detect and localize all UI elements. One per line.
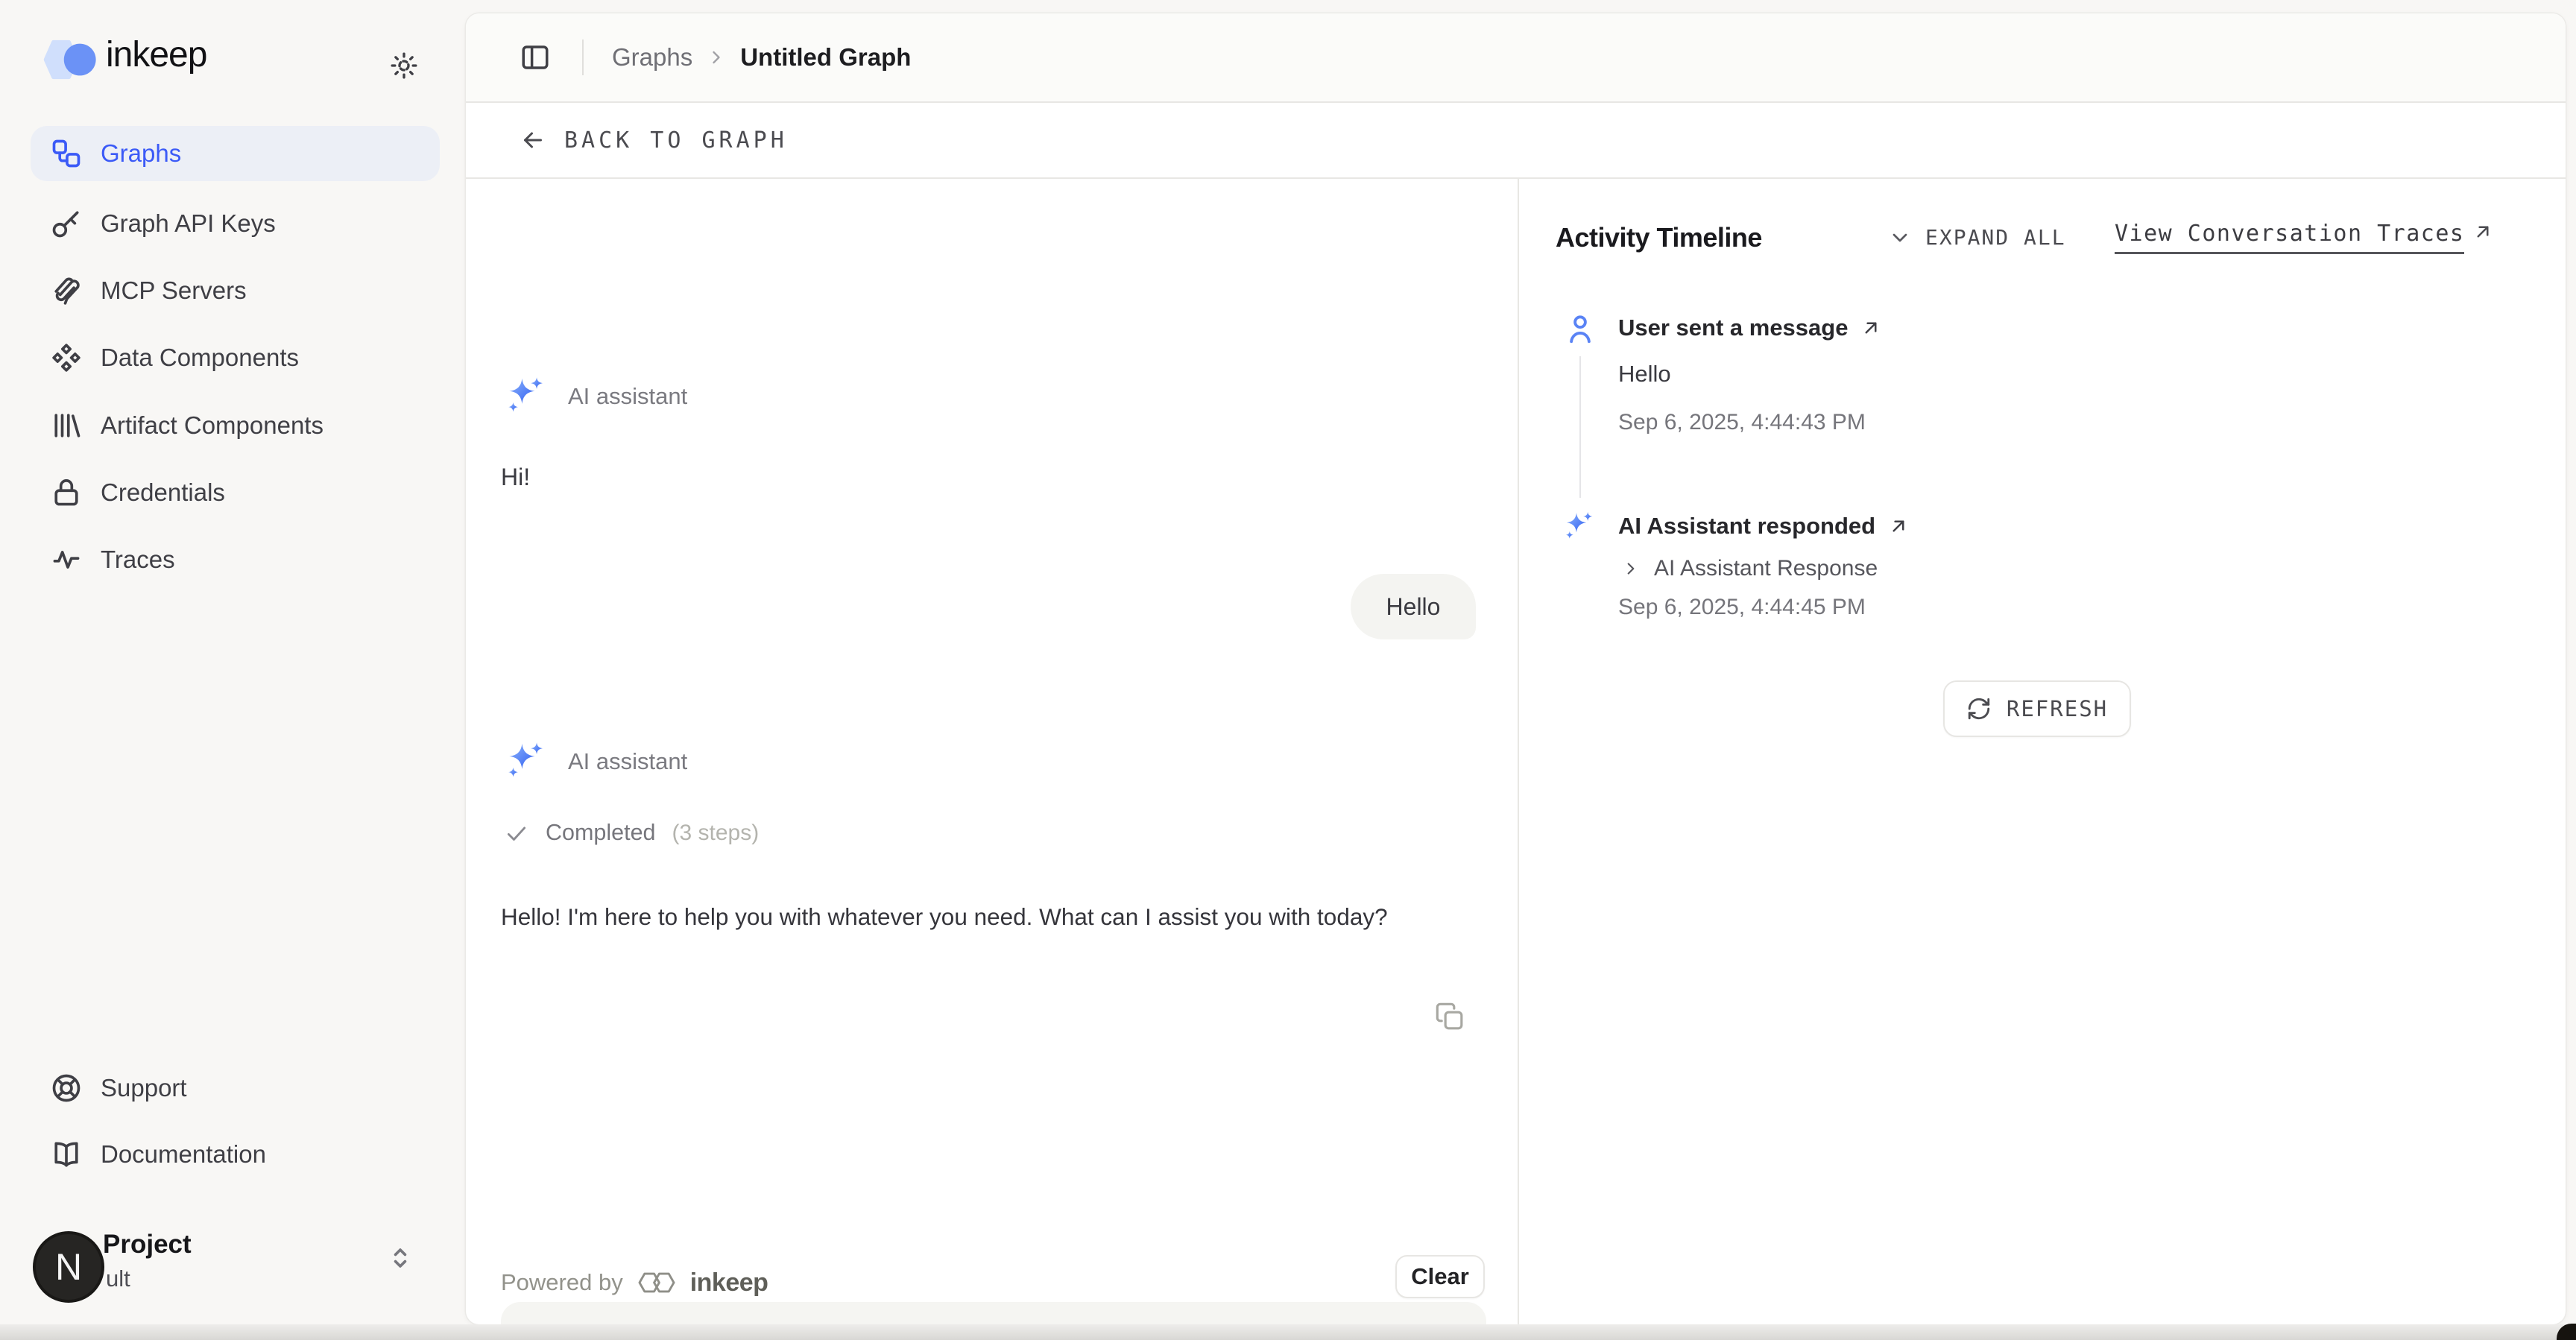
chevron-down-icon xyxy=(1888,226,1912,250)
expander-label: AI Assistant Response xyxy=(1654,556,1878,581)
status-steps: (3 steps) xyxy=(672,821,760,846)
sidebar-item-label: Graphs xyxy=(101,139,181,168)
clear-button-label: Clear xyxy=(1411,1263,1469,1290)
avatar-letter: N xyxy=(55,1245,82,1289)
inkeep-hex-logo-icon xyxy=(635,1267,678,1298)
powered-brand: inkeep xyxy=(690,1268,768,1298)
powered-by-label: Powered by xyxy=(501,1269,623,1296)
timeline-title: Activity Timeline xyxy=(1556,222,1762,253)
breadcrumb: Graphs Untitled Graph xyxy=(612,43,911,72)
sidebar-item-traces[interactable]: Traces xyxy=(31,532,440,587)
refresh-button[interactable]: REFRESH xyxy=(1943,680,2131,737)
expand-all-button[interactable]: EXPAND ALL xyxy=(1888,225,2066,250)
workflow-icon xyxy=(50,137,83,170)
breadcrumb-current: Untitled Graph xyxy=(740,43,911,72)
assistant-response: Hello! I'm here to help you with whateve… xyxy=(501,897,1470,937)
sidebar-item-documentation[interactable]: Documentation xyxy=(31,1127,440,1182)
sidebar-item-label: Documentation xyxy=(101,1140,266,1169)
timeline-entry-title[interactable]: User sent a message xyxy=(1618,315,1882,341)
project-selector[interactable]: Project ult N xyxy=(15,1219,447,1316)
sidebar: inkeep Graphs xyxy=(0,0,466,1340)
breadcrumb-parent[interactable]: Graphs xyxy=(612,43,692,72)
sparkles-icon xyxy=(501,373,547,419)
header-divider xyxy=(582,39,584,75)
sidebar-item-label: Graph API Keys xyxy=(101,209,276,238)
check-icon xyxy=(504,821,529,846)
timeline-entry-time: Sep 6, 2025, 4:44:45 PM xyxy=(1618,595,1866,620)
inkeep-logo-icon xyxy=(41,39,102,80)
entry-title-text: User sent a message xyxy=(1618,315,1848,341)
activity-icon xyxy=(50,543,83,576)
back-to-graph-button[interactable]: BACK TO GRAPH xyxy=(466,103,2566,179)
sparkles-icon xyxy=(501,738,547,784)
theme-toggle-button[interactable] xyxy=(382,43,426,88)
sidebar-item-graph-api-keys[interactable]: Graph API Keys xyxy=(31,196,440,251)
project-subtitle: ult xyxy=(106,1265,130,1292)
arrow-up-right-icon xyxy=(1860,317,1882,339)
sidebar-item-label: Traces xyxy=(101,546,175,574)
sidebar-item-artifact-components[interactable]: Artifact Components xyxy=(31,398,440,453)
user-message-bubble: Hello xyxy=(1351,574,1476,639)
chevrons-up-down-icon xyxy=(384,1242,417,1274)
sidebar-item-label: Support xyxy=(101,1074,187,1102)
book-open-icon xyxy=(50,1138,83,1171)
app-window: inkeep Graphs xyxy=(0,0,2576,1340)
sidebar-item-graphs[interactable]: Graphs xyxy=(31,126,440,181)
mcp-icon xyxy=(50,274,83,307)
arrow-up-right-icon xyxy=(1887,515,1910,537)
sidebar-item-label: Data Components xyxy=(101,344,299,372)
assistant-label: AI assistant xyxy=(568,383,687,410)
status-label: Completed xyxy=(546,820,656,846)
back-to-graph-label: BACK TO GRAPH xyxy=(564,127,788,154)
arrow-left-icon xyxy=(520,127,546,154)
user-icon xyxy=(1563,312,1597,346)
lock-icon xyxy=(50,476,83,509)
sidebar-item-support[interactable]: Support xyxy=(31,1061,440,1116)
sidebar-item-label: Credentials xyxy=(101,478,225,507)
avatar: N xyxy=(33,1231,104,1303)
timeline-entry-title[interactable]: AI Assistant responded xyxy=(1618,513,1910,540)
chevron-right-icon xyxy=(1621,559,1641,578)
timeline-connector xyxy=(1579,356,1581,498)
sidebar-item-credentials[interactable]: Credentials xyxy=(31,465,440,520)
arrow-up-right-icon xyxy=(2472,221,2494,243)
assistant-label: AI assistant xyxy=(568,748,687,775)
lifebuoy-icon xyxy=(50,1072,83,1104)
copy-icon[interactable] xyxy=(1435,1002,1465,1031)
sidebar-item-label: MCP Servers xyxy=(101,276,247,305)
sidebar-item-label: Artifact Components xyxy=(101,411,323,440)
refresh-label: REFRESH xyxy=(2007,696,2108,721)
window-bottom-edge xyxy=(0,1324,2576,1340)
timeline-entry-body: Hello xyxy=(1618,361,1671,388)
breadcrumb-bar: Graphs Untitled Graph xyxy=(466,13,2566,103)
key-icon xyxy=(50,207,83,240)
refresh-icon xyxy=(1966,696,1992,721)
assistant-message: Hi! xyxy=(501,464,530,491)
run-status[interactable]: Completed (3 steps) xyxy=(504,820,759,846)
user-message-text: Hello xyxy=(1386,593,1441,621)
sun-icon xyxy=(389,51,419,80)
expand-all-label: EXPAND ALL xyxy=(1925,225,2066,250)
library-icon xyxy=(50,409,83,442)
view-traces-label: View Conversation Traces xyxy=(2115,221,2464,254)
view-conversation-traces-link[interactable]: View Conversation Traces xyxy=(2115,221,2494,254)
chat-panel: AI assistant Hi! Hello AI assistant xyxy=(466,179,1518,1324)
component-icon xyxy=(50,341,83,374)
powered-by[interactable]: Powered by inkeep xyxy=(501,1267,768,1298)
panel-left-toggle-icon[interactable] xyxy=(520,42,551,73)
sidebar-item-data-components[interactable]: Data Components xyxy=(31,330,440,385)
project-title: Project xyxy=(103,1230,192,1260)
main-panel: Graphs Untitled Graph BACK TO GRAPH xyxy=(466,13,2566,1324)
sparkles-icon xyxy=(1560,508,1596,544)
response-expander[interactable]: AI Assistant Response xyxy=(1621,556,1878,581)
entry-title-text: AI Assistant responded xyxy=(1618,513,1875,540)
sidebar-item-mcp-servers[interactable]: MCP Servers xyxy=(31,263,440,318)
logo-wordmark: inkeep xyxy=(106,34,206,75)
activity-timeline-panel: Activity Timeline EXPAND ALL View Conver… xyxy=(1519,179,2566,1324)
chevron-right-icon xyxy=(706,47,727,68)
clear-button[interactable]: Clear xyxy=(1395,1255,1485,1298)
timeline-entry-time: Sep 6, 2025, 4:44:43 PM xyxy=(1618,410,1866,435)
